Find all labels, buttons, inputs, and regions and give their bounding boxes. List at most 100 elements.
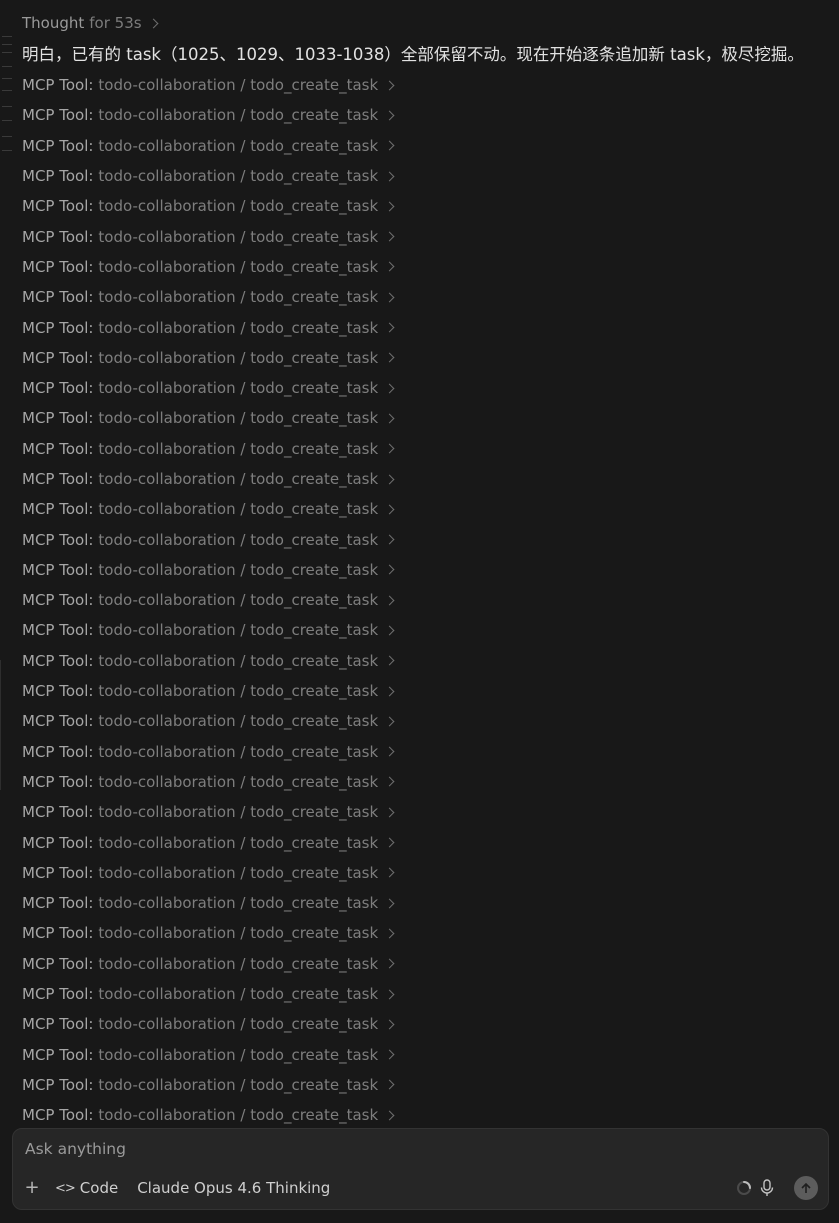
- chevron-right-icon: [384, 171, 395, 181]
- tool-call-item[interactable]: MCP Tool: todo-collaboration / todo_creat…: [22, 706, 822, 736]
- tool-call-name: todo-collaboration / todo_create_task: [98, 76, 379, 95]
- tool-call-name: todo-collaboration / todo_create_task: [98, 1106, 379, 1125]
- voice-input-button[interactable]: [758, 1178, 776, 1198]
- tool-call-prefix: MCP Tool:: [22, 1045, 94, 1064]
- tool-call-item[interactable]: MCP Tool: todo-collaboration / todo_creat…: [22, 70, 822, 100]
- tool-call-name: todo-collaboration / todo_create_task: [98, 591, 379, 610]
- tool-call-prefix: MCP Tool:: [22, 682, 94, 701]
- tool-call-prefix: MCP Tool:: [22, 257, 94, 276]
- mode-label: Code: [79, 1179, 119, 1197]
- code-brackets-icon: <>: [55, 1180, 76, 1196]
- tool-call-item[interactable]: MCP Tool: todo-collaboration / todo_creat…: [22, 434, 822, 464]
- chevron-right-icon: [384, 231, 395, 242]
- tool-call-prefix: MCP Tool:: [22, 470, 94, 488]
- tool-call-item[interactable]: MCP Tool: todo-collaboration / todo_creat…: [22, 191, 822, 221]
- chevron-right-icon: [384, 1019, 395, 1030]
- tool-call-prefix: MCP Tool:: [22, 621, 94, 640]
- tool-call-item[interactable]: MCP Tool: todo-collaboration / todo_creat…: [22, 131, 822, 161]
- chevron-right-icon: [384, 958, 395, 969]
- tool-call-name: todo-collaboration / todo_create_task: [98, 167, 379, 186]
- mode-selector[interactable]: <> Code: [55, 1179, 118, 1197]
- tool-call-item[interactable]: MCP Tool: todo-collaboration / todo_creat…: [22, 161, 822, 191]
- tool-call-item[interactable]: MCP Tool: todo-collaboration / todo_creat…: [22, 918, 822, 948]
- tool-call-name: todo-collaboration / todo_create_task: [98, 651, 379, 670]
- tool-call-item[interactable]: MCP Tool: todo-collaboration / todo_creat…: [22, 1070, 822, 1100]
- tool-call-item[interactable]: MCP Tool: todo-collaboration / todo_creat…: [22, 949, 822, 979]
- tool-call-item[interactable]: MCP Tool: todo-collaboration / todo_creat…: [22, 646, 822, 676]
- chevron-right-icon: [384, 564, 395, 575]
- chevron-right-icon: [384, 352, 395, 363]
- chevron-right-icon: [384, 504, 395, 515]
- tool-call-item[interactable]: MCP Tool: todo-collaboration / todo_creat…: [22, 585, 822, 615]
- tool-call-item[interactable]: MCP Tool: todo-collaboration / todo_creat…: [22, 524, 822, 554]
- tool-call-name: todo-collaboration / todo_create_task: [98, 257, 379, 276]
- tool-call-item[interactable]: MCP Tool: todo-collaboration / todo_creat…: [22, 403, 822, 433]
- tool-call-item[interactable]: MCP Tool: todo-collaboration / todo_creat…: [22, 979, 822, 1009]
- tool-call-item[interactable]: MCP Tool: todo-collaboration / todo_creat…: [22, 100, 822, 130]
- chevron-right-icon: [384, 1110, 395, 1121]
- tool-call-item[interactable]: MCP Tool: todo-collaboration / todo_creat…: [22, 1009, 822, 1039]
- tool-call-prefix: MCP Tool:: [22, 1106, 94, 1125]
- tool-call-item[interactable]: MCP Tool: todo-collaboration / todo_creat…: [22, 827, 822, 857]
- tool-call-item[interactable]: MCP Tool: todo-collaboration / todo_creat…: [22, 1040, 822, 1070]
- tool-call-item[interactable]: MCP Tool: todo-collaboration / todo_creat…: [22, 737, 822, 767]
- chevron-right-icon: [384, 292, 395, 303]
- chevron-right-icon: [384, 746, 395, 757]
- tool-call-item[interactable]: MCP Tool: todo-collaboration / todo_creat…: [22, 797, 822, 827]
- tool-call-prefix: MCP Tool:: [22, 833, 94, 852]
- tool-call-item[interactable]: MCP Tool: todo-collaboration / todo_creat…: [22, 282, 822, 312]
- thought-toggle[interactable]: Thought for 53s: [22, 10, 822, 36]
- tool-call-name: todo-collaboration / todo_create_task: [98, 954, 379, 973]
- chevron-right-icon: [384, 807, 395, 818]
- model-selector[interactable]: Claude Opus 4.6 Thinking: [137, 1179, 330, 1197]
- tool-call-item[interactable]: MCP Tool: todo-collaboration / todo_creat…: [22, 221, 822, 251]
- chat-input[interactable]: [25, 1137, 725, 1161]
- chevron-right-icon: [384, 110, 395, 121]
- tool-call-prefix: MCP Tool:: [22, 409, 94, 428]
- chevron-right-icon: [384, 1079, 395, 1090]
- tool-call-item[interactable]: MCP Tool: todo-collaboration / todo_creat…: [22, 494, 822, 524]
- tool-call-item[interactable]: MCP Tool: todo-collaboration / todo_creat…: [22, 252, 822, 282]
- add-context-button[interactable]: +: [23, 1179, 41, 1197]
- tool-call-prefix: MCP Tool:: [22, 500, 94, 519]
- tool-call-prefix: MCP Tool:: [22, 772, 94, 791]
- tool-call-item[interactable]: MCP Tool: todo-collaboration / todo_creat…: [22, 312, 822, 342]
- tool-call-prefix: MCP Tool:: [22, 348, 94, 367]
- tool-call-item[interactable]: MCP Tool: todo-collaboration / todo_creat…: [22, 464, 822, 494]
- chevron-right-icon: [384, 989, 395, 999]
- tool-call-item[interactable]: MCP Tool: todo-collaboration / todo_creat…: [22, 343, 822, 373]
- chevron-right-icon: [148, 18, 159, 28]
- tool-call-item[interactable]: MCP Tool: todo-collaboration / todo_creat…: [22, 676, 822, 706]
- tool-call-item[interactable]: MCP Tool: todo-collaboration / todo_creat…: [22, 888, 822, 918]
- tool-call-item[interactable]: MCP Tool: todo-collaboration / todo_creat…: [22, 858, 822, 888]
- tool-call-item[interactable]: MCP Tool: todo-collaboration / todo_creat…: [22, 1100, 822, 1130]
- chevron-right-icon: [384, 625, 395, 636]
- tool-call-prefix: MCP Tool:: [22, 530, 94, 549]
- plus-icon: +: [24, 1177, 40, 1198]
- tool-call-item[interactable]: MCP Tool: todo-collaboration / todo_creat…: [22, 615, 822, 645]
- tool-call-prefix: MCP Tool:: [22, 742, 94, 761]
- tool-call-item[interactable]: MCP Tool: todo-collaboration / todo_creat…: [22, 555, 822, 585]
- tool-call-prefix: MCP Tool:: [22, 106, 94, 125]
- arrow-up-icon: [801, 1182, 811, 1193]
- tool-call-name: todo-collaboration / todo_create_task: [98, 106, 379, 125]
- tool-call-prefix: MCP Tool:: [22, 954, 94, 973]
- tool-call-item[interactable]: MCP Tool: todo-collaboration / todo_creat…: [22, 373, 822, 403]
- tool-call-name: todo-collaboration / todo_create_task: [98, 560, 379, 579]
- tool-call-prefix: MCP Tool:: [22, 560, 94, 579]
- tool-call-name: todo-collaboration / todo_create_task: [98, 288, 379, 307]
- tool-call-name: todo-collaboration / todo_create_task: [98, 742, 379, 761]
- tool-call-name: todo-collaboration / todo_create_task: [98, 530, 379, 549]
- chevron-right-icon: [384, 443, 395, 454]
- chevron-right-icon: [384, 686, 395, 697]
- send-button[interactable]: [794, 1176, 818, 1200]
- chevron-right-icon: [384, 777, 395, 787]
- chevron-right-icon: [384, 837, 395, 848]
- panel-edge-divider: [0, 660, 1, 790]
- thought-label: Thought: [22, 14, 85, 32]
- tool-call-prefix: MCP Tool:: [22, 1015, 94, 1034]
- tool-call-prefix: MCP Tool:: [22, 651, 94, 670]
- tool-call-prefix: MCP Tool:: [22, 288, 94, 307]
- chat-panel: Thought for 53s 明白，已有的 task（1025、1029、10…: [0, 0, 839, 1223]
- tool-call-item[interactable]: MCP Tool: todo-collaboration / todo_creat…: [22, 767, 822, 797]
